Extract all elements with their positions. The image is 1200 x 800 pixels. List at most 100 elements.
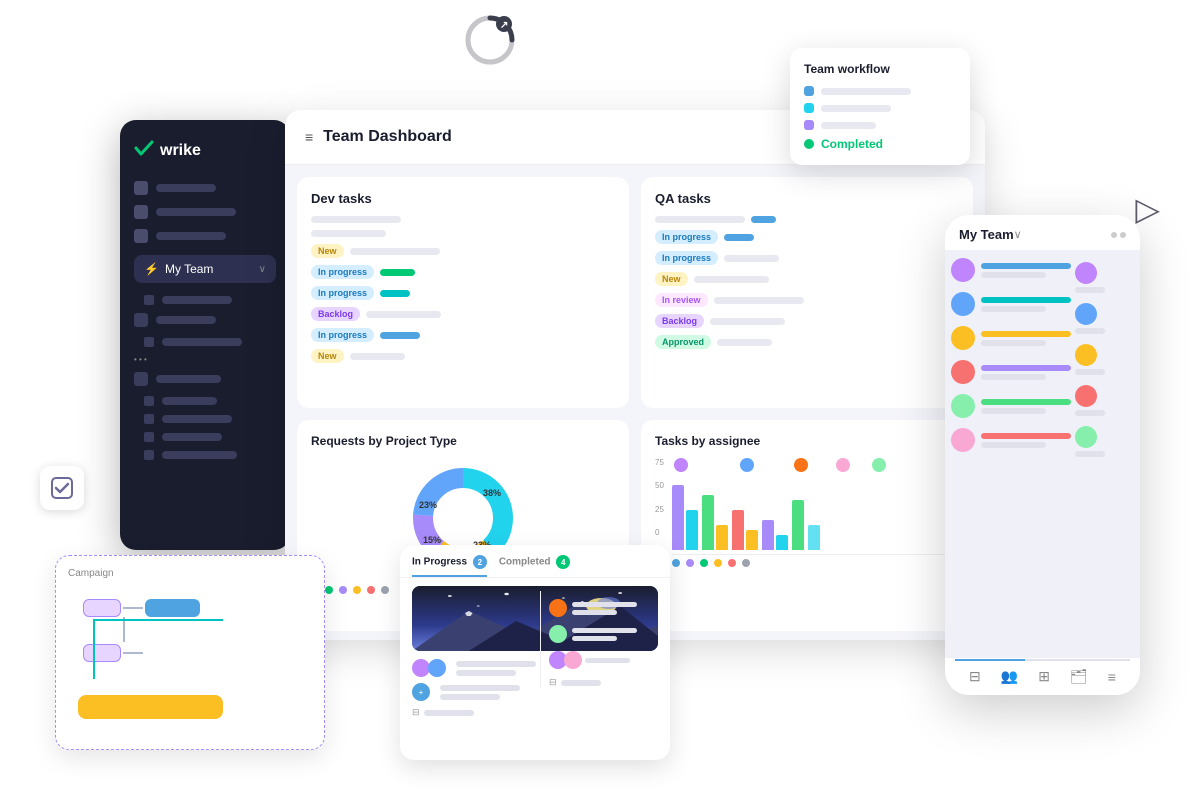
- nav-item-1[interactable]: [134, 181, 276, 195]
- nav-item-2[interactable]: [134, 205, 276, 219]
- sub-item-4[interactable]: [134, 396, 276, 406]
- workflow-tooltip: Team workflow Completed: [790, 48, 970, 165]
- mobile-icon-4[interactable]: 🗂: [1070, 668, 1088, 685]
- qa-row-blank-1: [655, 216, 959, 223]
- svg-text:15%: 15%: [423, 535, 441, 545]
- campaign-panel: Campaign: [55, 555, 325, 750]
- dev-task-backlog: Backlog: [311, 307, 615, 321]
- svg-text:↗: ↗: [500, 20, 508, 31]
- mobile-title: My Team: [959, 227, 1014, 242]
- qa-backlog-badge: Backlog: [655, 314, 704, 328]
- mobile-icon-3[interactable]: ⊞: [1038, 668, 1050, 685]
- sub-item-2[interactable]: [134, 313, 276, 327]
- teal-connector-h: [93, 619, 223, 621]
- mobile-left-col: [951, 258, 1071, 462]
- task-row-1: [311, 216, 615, 223]
- sub-item-1[interactable]: [134, 295, 276, 305]
- workflow-node-1: [83, 599, 121, 617]
- new-status-badge: New: [311, 244, 344, 258]
- mobile-bottom-bar: ⊟ 👥 ⊞ 🗂 ≡: [945, 658, 1140, 695]
- workflow-node-3: [83, 644, 121, 662]
- inprogress-status-badge-1: In progress: [311, 265, 374, 279]
- mobile-header: My Team ∨: [945, 215, 1140, 250]
- comp-user-2: [549, 625, 657, 643]
- chevron-down-icon: ∨: [259, 264, 266, 275]
- nav-item-4[interactable]: [134, 372, 276, 386]
- qa-task-approved: Approved: [655, 335, 959, 349]
- comp-icon-row: ⊟: [549, 677, 657, 688]
- completed-col: ⊟: [540, 591, 665, 688]
- mobile-user-1: [951, 258, 1071, 282]
- checkbox-icon: [40, 466, 84, 510]
- comp-user-1: [549, 599, 657, 617]
- qa-inprogress-badge-1: In progress: [655, 230, 718, 244]
- tasks-assignee-title: Tasks by assignee: [655, 434, 959, 448]
- new-status-badge-2: New: [311, 349, 344, 363]
- dev-task-new-2: New: [311, 349, 615, 363]
- bar-chart: [672, 475, 959, 555]
- task-row-2: [311, 230, 615, 237]
- workflow-completed: Completed: [804, 137, 956, 151]
- qa-task-new: New: [655, 272, 959, 286]
- qa-task-inprogress-1: In progress: [655, 230, 959, 244]
- inprogress-status-badge-2: In progress: [311, 286, 374, 300]
- bolt-icon: ⚡: [144, 262, 159, 276]
- mobile-dropdown-icon[interactable]: ∨: [1014, 228, 1022, 241]
- wrike-check-icon: [134, 140, 154, 161]
- mobile-icon-1[interactable]: ⊟: [969, 668, 981, 685]
- workflow-row-1: [804, 86, 956, 96]
- wrike-logo: wrike: [134, 140, 276, 161]
- nav-item-3[interactable]: [134, 229, 276, 243]
- mobile-user-3: [951, 326, 1071, 350]
- mobile-icon-5[interactable]: ≡: [1108, 669, 1116, 685]
- play-icon: ▷: [1135, 190, 1160, 228]
- completed-tab[interactable]: Completed 4: [499, 555, 570, 577]
- workflow-node-amber: [78, 695, 223, 719]
- completed-label: Completed: [821, 137, 883, 151]
- qa-inprogress-badge-2: In progress: [655, 251, 718, 265]
- dev-task-inprogress-3: In progress: [311, 328, 615, 342]
- qa-approved-badge: Approved: [655, 335, 711, 349]
- chart-icon: ↗: [460, 10, 520, 83]
- mobile-icon-2[interactable]: 👥: [1001, 668, 1018, 685]
- qa-new-badge: New: [655, 272, 688, 286]
- dev-task-inprogress-1: In progress: [311, 265, 615, 279]
- wrike-wordmark: wrike: [160, 142, 201, 160]
- mobile-user-5: [951, 394, 1071, 418]
- workflow-row-2: [804, 103, 956, 113]
- svg-text:38%: 38%: [483, 488, 501, 498]
- expand-indicator: • • •: [134, 355, 276, 364]
- mini-tasks-panel: In Progress 2 Completed 4: [400, 545, 670, 760]
- dev-tasks-title: Dev tasks: [311, 191, 615, 206]
- sub-item-7[interactable]: [134, 450, 276, 460]
- sub-item-6[interactable]: [134, 432, 276, 442]
- qa-inreview-badge: In review: [655, 293, 708, 307]
- backlog-status-badge: Backlog: [311, 307, 360, 321]
- dev-task-new: New: [311, 244, 615, 258]
- arrow-h-1: [123, 607, 143, 609]
- teal-connector-v: [93, 619, 95, 679]
- my-team-button[interactable]: ⚡ My Team ∨: [134, 255, 276, 283]
- dashboard-title: Team Dashboard: [323, 128, 869, 146]
- qa-task-inreview: In review: [655, 293, 959, 307]
- dev-task-inprogress-2: In progress: [311, 286, 615, 300]
- completed-badge: 4: [556, 555, 570, 569]
- tasks-assignee-panel: Tasks by assignee 75 50 25 0: [641, 420, 973, 632]
- mobile-user-2: [951, 292, 1071, 316]
- sidebar-app: wrike ⚡ My Team ∨ • • •: [120, 120, 290, 550]
- mobile-options[interactable]: [1111, 232, 1126, 238]
- mini-icon-row: ⊟: [412, 707, 658, 718]
- menu-icon: ≡: [305, 129, 313, 145]
- svg-text:23%: 23%: [419, 500, 437, 510]
- qa-tasks-panel: QA tasks In progress In progress New In …: [641, 177, 973, 408]
- in-progress-tab[interactable]: In Progress 2: [412, 555, 487, 577]
- sub-item-5[interactable]: [134, 414, 276, 424]
- scroll-indicator: [955, 659, 1130, 661]
- bar-chart-area: 75 50 25 0: [655, 458, 959, 567]
- sub-item-3[interactable]: [134, 337, 276, 347]
- qa-task-backlog: Backlog: [655, 314, 959, 328]
- bar-dot-row: [672, 559, 959, 567]
- mobile-user-6: [951, 428, 1071, 452]
- campaign-title: Campaign: [68, 568, 312, 579]
- mobile-right-col: [1075, 258, 1134, 462]
